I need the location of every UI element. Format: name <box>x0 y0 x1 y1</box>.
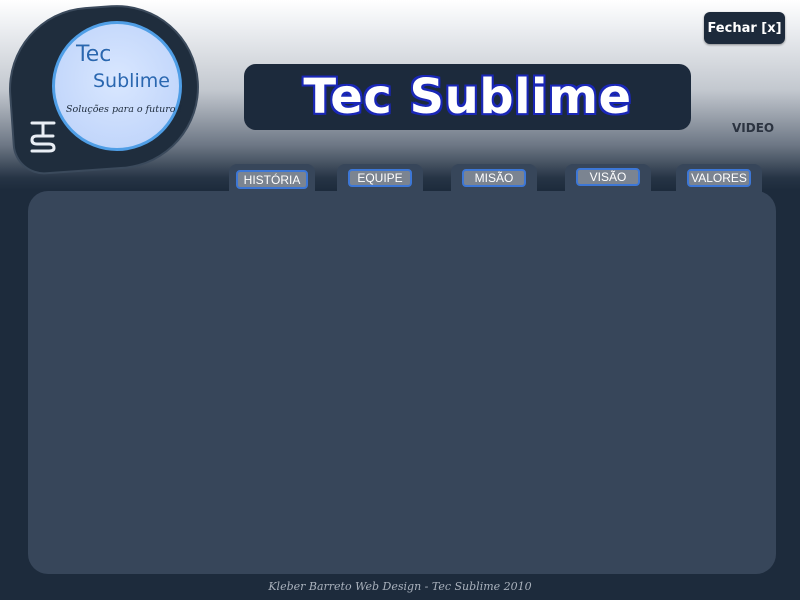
logo-text-sublime: Sublime <box>93 70 170 92</box>
tab-historia[interactable]: HISTÓRIA <box>229 164 315 194</box>
video-link[interactable]: VIDEO <box>732 121 774 135</box>
content-panel <box>28 191 776 574</box>
close-button[interactable]: Fechar [x] <box>704 12 785 44</box>
tab-equipe[interactable]: EQUIPE <box>337 164 423 194</box>
ts-monogram-icon <box>30 121 56 153</box>
logo-slogan: Soluções para o futuro ! <box>66 104 183 115</box>
tab-label: VALORES <box>687 169 751 187</box>
tab-label: HISTÓRIA <box>235 170 309 189</box>
logo-text-tec: Tec <box>76 42 112 67</box>
logo: Tec Sublime Soluções para o futuro ! <box>0 0 205 175</box>
tab-label: VISÃO <box>576 168 640 186</box>
tab-missao[interactable]: MISÃO <box>451 164 537 194</box>
tab-label: MISÃO <box>462 169 526 187</box>
footer-credit: Kleber Barreto Web Design - Tec Sublime … <box>268 580 532 593</box>
page-title: Tec Sublime <box>303 69 632 125</box>
tab-valores[interactable]: VALORES <box>676 164 762 194</box>
tab-visao[interactable]: VISÃO <box>565 164 651 194</box>
tab-label: EQUIPE <box>348 169 412 187</box>
title-banner: Tec Sublime <box>244 64 691 130</box>
